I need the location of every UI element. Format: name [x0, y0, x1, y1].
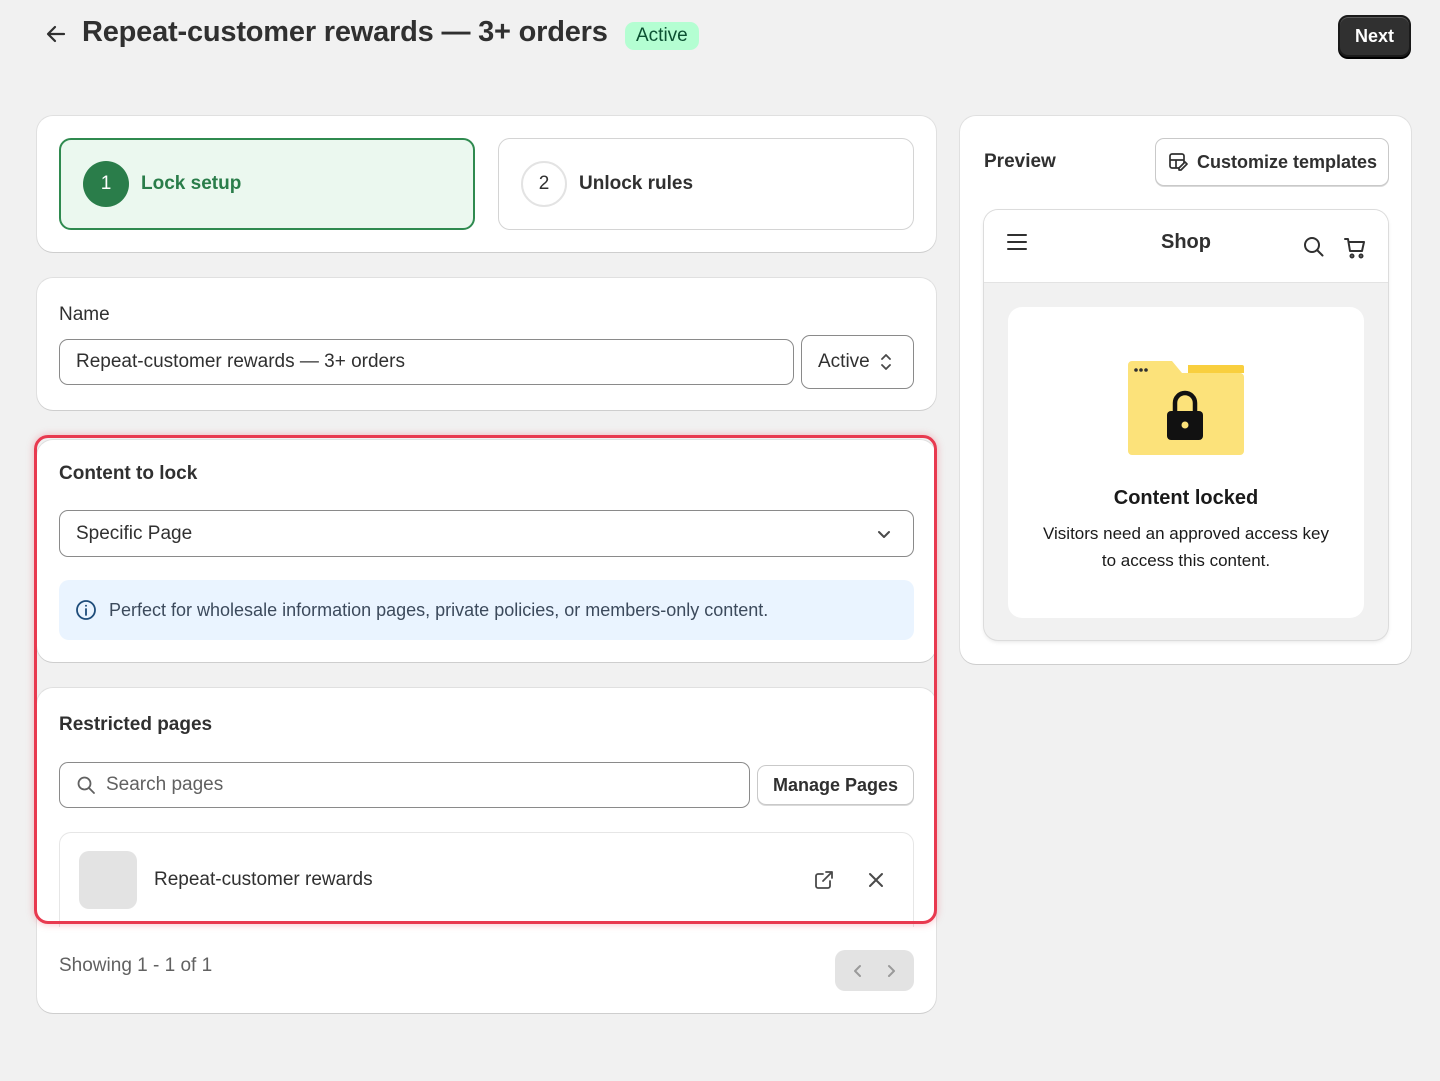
locked-content-card: Content locked Visitors need an approved…: [1008, 307, 1364, 618]
status-badge: Active: [625, 22, 699, 50]
chevron-down-icon: [878, 530, 890, 538]
remove-page-button[interactable]: [862, 866, 890, 894]
restricted-pages-label: Restricted pages: [59, 714, 213, 735]
list-item: Repeat-customer rewards: [59, 832, 914, 927]
content-type-select[interactable]: Specific Page: [59, 510, 914, 557]
step-label: Unlock rules: [579, 173, 694, 194]
preview-title: Preview: [984, 151, 1056, 172]
customize-templates-label: Customize templates: [1196, 151, 1378, 172]
arrow-left-icon: [46, 25, 66, 43]
pagination-summary: Showing 1 - 1 of 1: [59, 955, 213, 976]
step-number: 2: [521, 161, 567, 207]
name-input-value: Repeat-customer rewards — 3+ orders: [76, 351, 405, 372]
locked-folder-icon: [1126, 359, 1246, 464]
locked-description: Visitors need an approved access key to …: [1042, 524, 1330, 570]
info-text: Perfect for wholesale information pages,…: [109, 599, 769, 620]
cart-icon: [1343, 236, 1367, 265]
status-select[interactable]: Active: [801, 335, 914, 389]
page-title-label: Repeat-customer rewards: [154, 869, 373, 890]
name-input[interactable]: Repeat-customer rewards — 3+ orders: [59, 339, 794, 385]
search-icon: [77, 776, 95, 794]
customize-templates-button[interactable]: Customize templates: [1155, 138, 1389, 186]
status-select-value: Active: [818, 351, 870, 372]
prev-page-button[interactable]: [850, 963, 866, 979]
next-page-button[interactable]: [883, 963, 899, 979]
chevron-up-down-icon: [880, 354, 891, 370]
page-title: Repeat-customer rewards — 3+ orders: [82, 16, 608, 48]
info-banner: Perfect for wholesale information pages,…: [59, 580, 914, 640]
name-label: Name: [59, 304, 110, 325]
manage-pages-button[interactable]: Manage Pages: [757, 765, 914, 805]
step-unlock-rules[interactable]: 2 Unlock rules: [498, 138, 914, 230]
search-placeholder: Search pages: [106, 774, 224, 795]
external-link-icon: [815, 871, 833, 889]
template-edit-icon: [1169, 153, 1188, 171]
content-lock-label: Content to lock: [59, 463, 198, 484]
chevron-left-icon: [853, 964, 861, 977]
locked-title: Content locked: [1113, 487, 1259, 509]
step-lock-setup[interactable]: 1 Lock setup: [59, 138, 475, 230]
pagination: [835, 950, 914, 991]
info-icon: [76, 600, 96, 620]
storefront-header: Shop: [984, 210, 1388, 283]
page-thumbnail: [79, 851, 137, 909]
content-type-value: Specific Page: [76, 522, 193, 544]
search-pages-input[interactable]: Search pages: [59, 762, 750, 808]
search-icon: [1303, 236, 1325, 263]
back-button[interactable]: [40, 18, 72, 50]
storefront-preview: Shop Content locked Visitors need an app…: [984, 210, 1388, 640]
open-external-button[interactable]: [810, 866, 838, 894]
step-label: Lock setup: [141, 173, 242, 194]
next-button[interactable]: Next: [1338, 15, 1411, 57]
chevron-right-icon: [888, 964, 896, 977]
step-number: 1: [83, 161, 129, 207]
close-icon: [869, 873, 883, 887]
